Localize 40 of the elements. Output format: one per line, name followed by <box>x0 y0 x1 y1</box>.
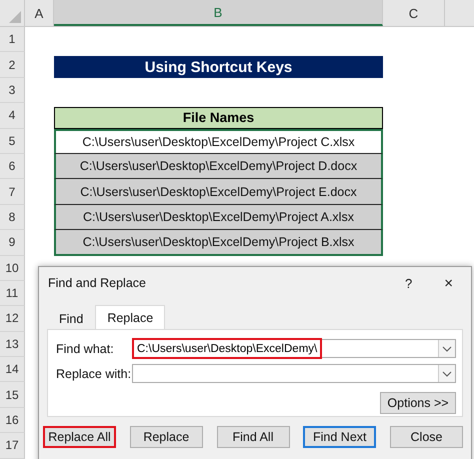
tab[interactable]: Replace <box>95 305 166 329</box>
table-cell: C:\Users\user\Desktop\ExcelDemy\Project E.docx <box>54 179 383 205</box>
close-button[interactable]: × <box>434 274 463 292</box>
dialog-button[interactable]: Find Next <box>303 426 376 448</box>
row-number[interactable]: 7 <box>0 179 25 205</box>
dialog-title: Find and Replace <box>47 276 147 290</box>
title-cell: Using Shortcut Keys <box>54 56 383 78</box>
column-header[interactable]: B <box>54 0 383 26</box>
row-number[interactable]: 4 <box>0 103 25 129</box>
row-number[interactable]: 14 <box>0 357 25 382</box>
row-number[interactable]: 16 <box>0 408 25 434</box>
column-header[interactable]: C <box>383 0 445 26</box>
table-cell: C:\Users\user\Desktop\ExcelDemy\Project D.docx <box>54 154 383 180</box>
field-label: Replace with: <box>56 366 132 380</box>
row-number[interactable]: 3 <box>0 78 25 104</box>
row-number[interactable]: 12 <box>0 306 25 332</box>
help-button[interactable]: ? <box>395 276 422 290</box>
combo-field[interactable] <box>132 364 456 383</box>
row-number[interactable]: 11 <box>0 280 25 306</box>
header-cell: File Names <box>54 107 383 129</box>
row-number[interactable]: 1 <box>0 27 25 52</box>
table-cell: C:\Users\user\Desktop\ExcelDemy\Project C.xlsx <box>54 128 383 154</box>
row-number[interactable]: 6 <box>0 154 25 180</box>
row-number[interactable]: 13 <box>0 332 25 358</box>
dialog-button[interactable]: Replace All <box>43 426 116 448</box>
combo-field[interactable]: C:\Users\user\Desktop\ExcelDemy\ <box>132 339 456 358</box>
row-number[interactable]: 2 <box>0 52 25 78</box>
row-number[interactable]: 5 <box>0 128 25 154</box>
options-button[interactable]: Options >> <box>380 392 456 414</box>
dialog-button[interactable]: Replace <box>130 426 203 448</box>
row-number[interactable]: 8 <box>0 204 25 230</box>
row-number[interactable]: 10 <box>0 256 25 281</box>
table-cell: C:\Users\user\Desktop\ExcelDemy\Project A.xlsx <box>54 204 383 230</box>
table-cell: C:\Users\user\Desktop\ExcelDemy\Project B.xlsx <box>54 230 383 256</box>
row-number[interactable]: 17 <box>0 433 25 459</box>
field-label: Find what: <box>56 342 115 356</box>
dialog-button[interactable]: Close <box>390 426 463 448</box>
dialog-button[interactable]: Find All <box>216 426 290 448</box>
row-number[interactable]: 15 <box>0 382 25 408</box>
row-number[interactable]: 9 <box>0 230 25 256</box>
